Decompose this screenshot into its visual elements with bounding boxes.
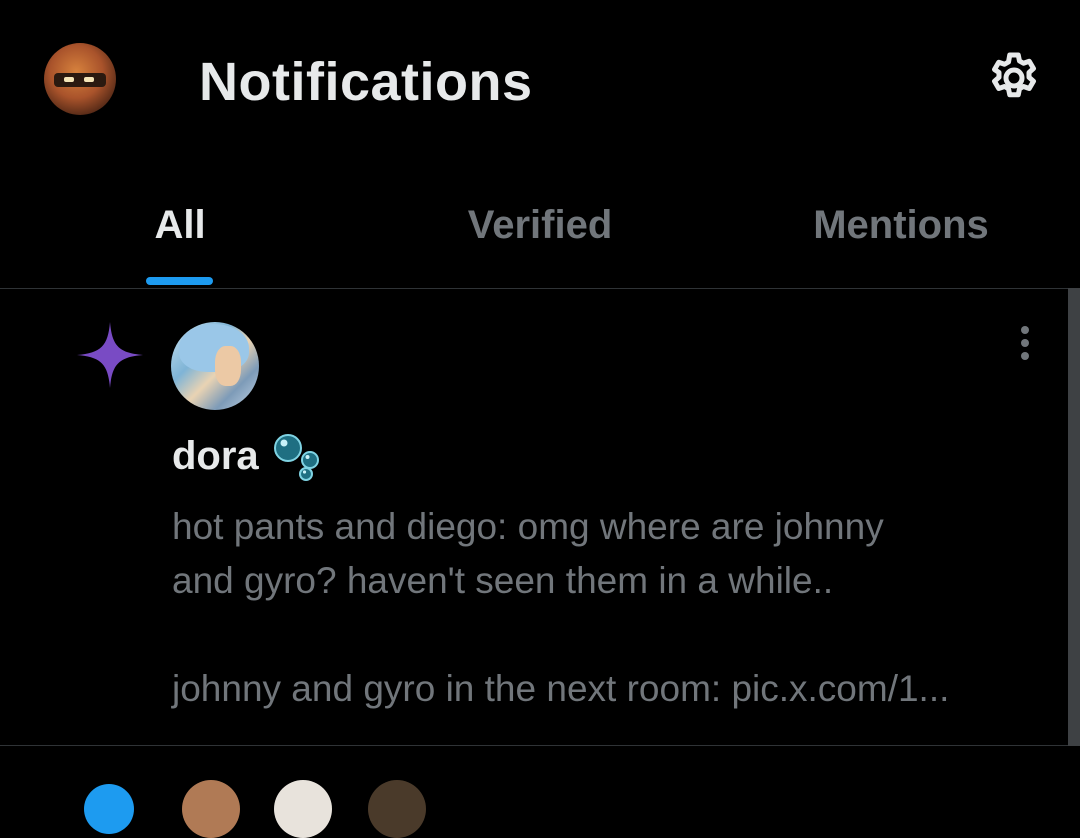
bubbles-emoji xyxy=(272,432,324,482)
tab-all[interactable]: All xyxy=(100,200,260,250)
next-item-icon xyxy=(84,784,134,834)
sparkle-icon xyxy=(77,322,143,388)
page-title: Notifications xyxy=(199,52,533,112)
avatar-eye-left xyxy=(64,77,74,82)
avatar-eye-right xyxy=(84,77,94,82)
author-avatar[interactable] xyxy=(171,322,259,410)
active-tab-indicator xyxy=(146,277,213,285)
avatar-face xyxy=(215,346,241,386)
more-vertical-icon[interactable] xyxy=(1014,326,1036,366)
scrollbar[interactable] xyxy=(1068,288,1080,746)
user-avatar[interactable] xyxy=(44,43,116,115)
next-item-avatar-3[interactable] xyxy=(368,780,426,838)
author-name[interactable]: dora xyxy=(172,432,259,480)
item-divider xyxy=(0,745,1080,746)
notification-text: hot pants and diego: omg where are johnn… xyxy=(172,506,950,709)
gear-icon[interactable] xyxy=(984,48,1044,108)
tab-mentions[interactable]: Mentions xyxy=(790,200,1012,250)
tab-verified[interactable]: Verified xyxy=(430,200,650,250)
avatar-mask xyxy=(54,73,106,87)
next-item-avatar-2[interactable] xyxy=(274,780,332,838)
next-item-avatar-1[interactable] xyxy=(182,780,240,838)
